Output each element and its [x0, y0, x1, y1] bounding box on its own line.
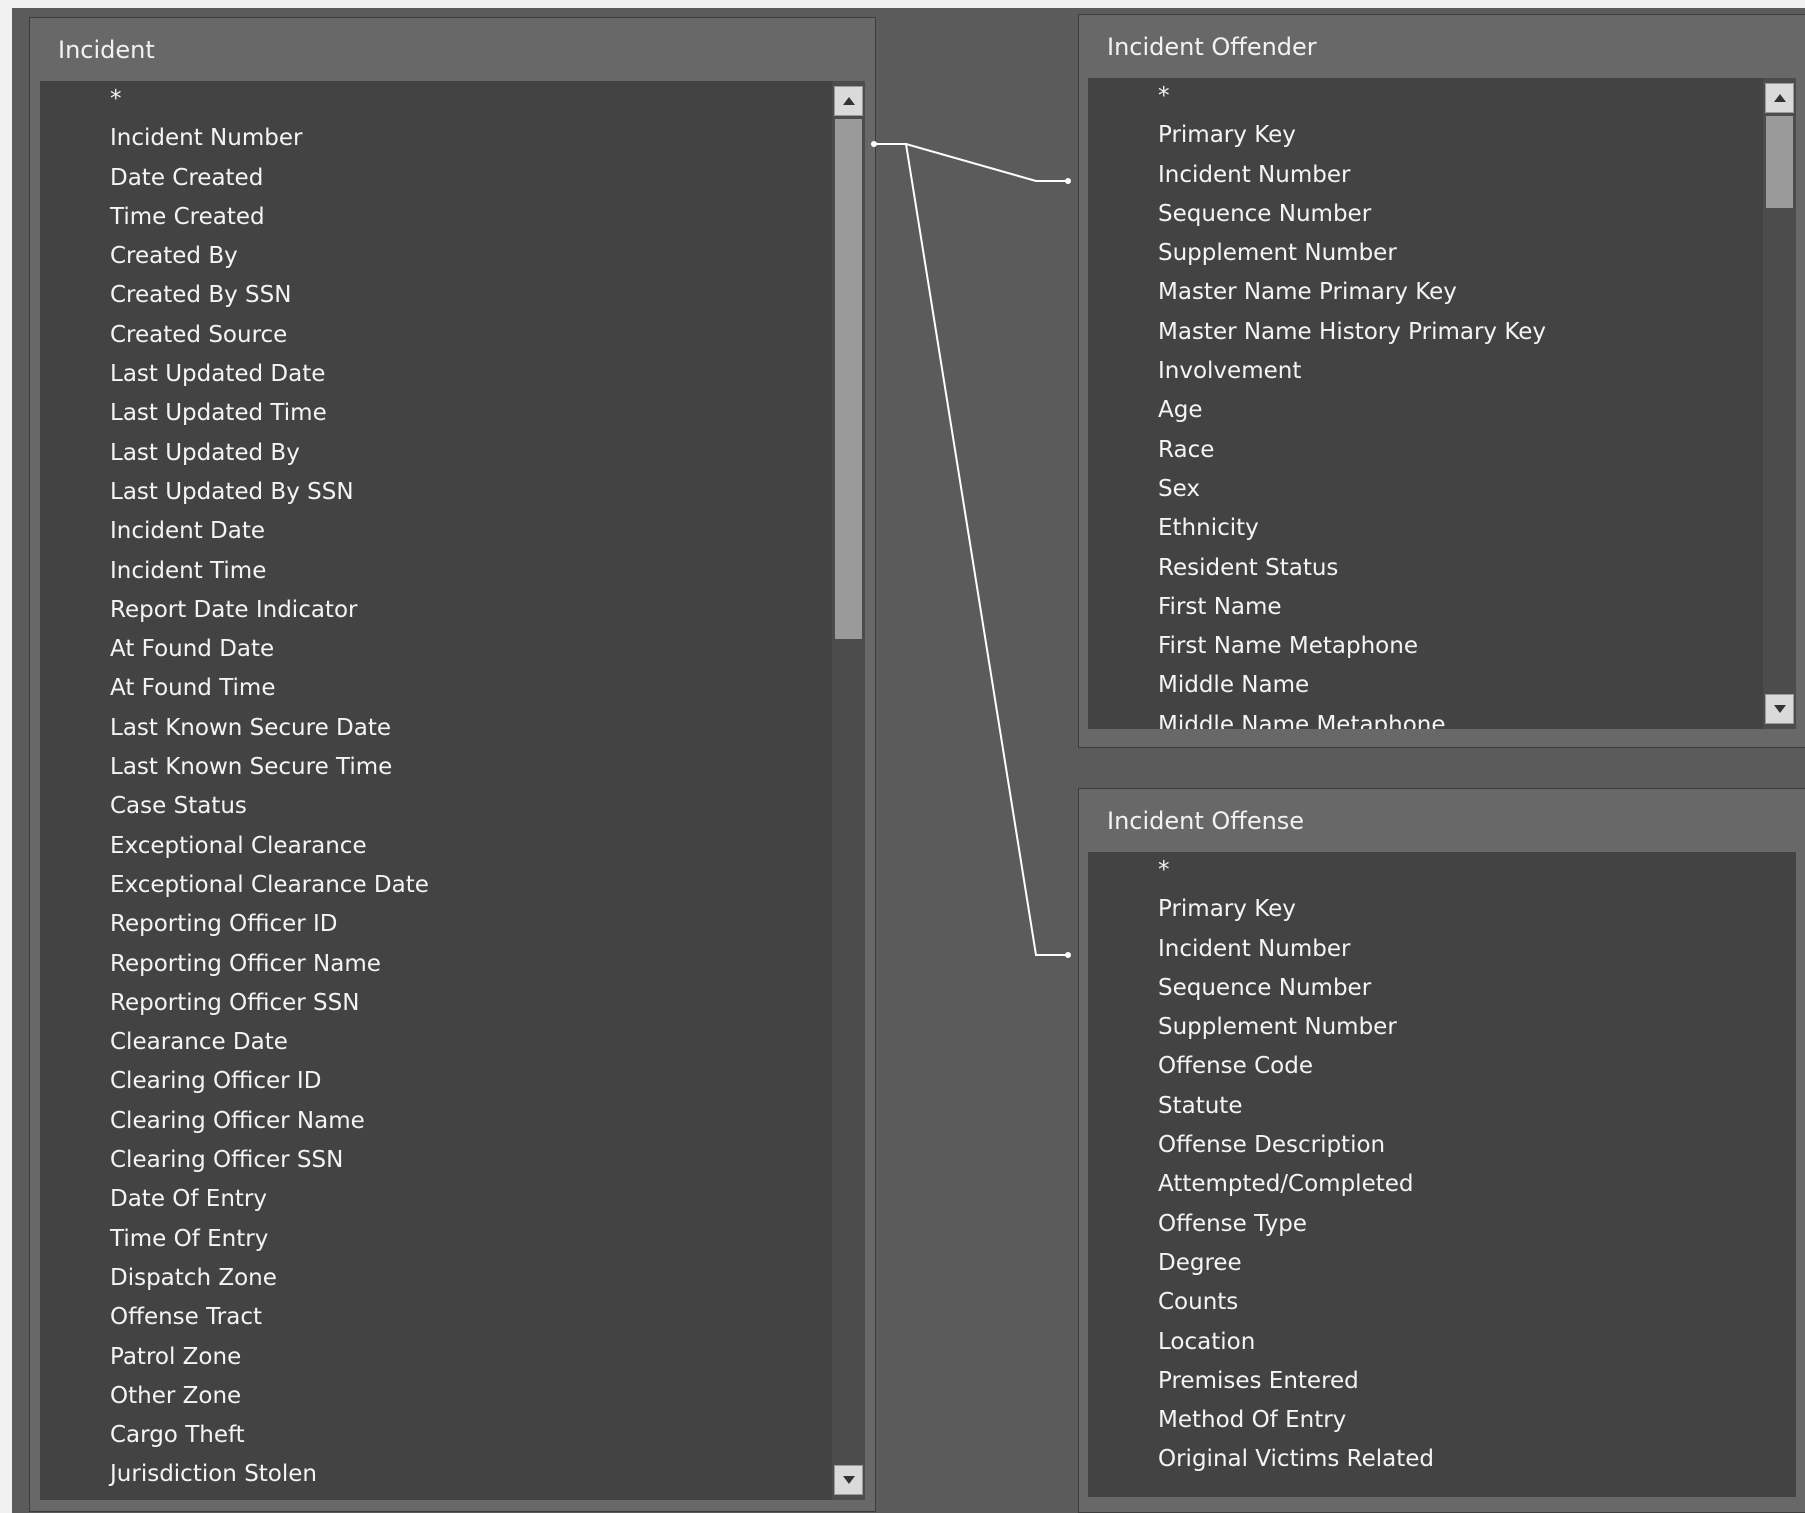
query-design-canvas[interactable]: Incident * Incident Number Date Created Tim…	[12, 8, 1805, 1513]
connector-endpoint	[1065, 952, 1071, 958]
connector-endpoint	[1065, 178, 1071, 184]
relationship-lines	[871, 141, 1071, 958]
connector-endpoint	[871, 141, 877, 147]
relationship-line-incident-offender[interactable]	[874, 143, 1068, 182]
relationship-line-incident-offense[interactable]	[874, 143, 1068, 956]
